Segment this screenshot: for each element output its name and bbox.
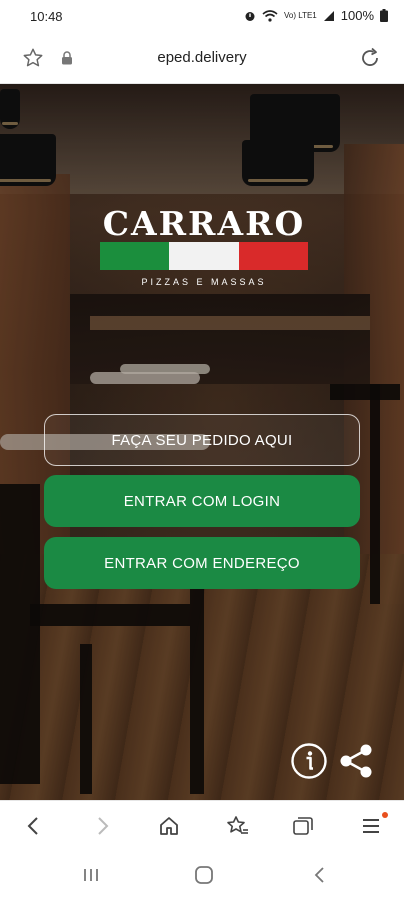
recents-icon[interactable] — [80, 865, 102, 890]
tabs-icon[interactable] — [291, 815, 315, 842]
alarm-icon — [244, 10, 256, 22]
wifi-icon — [262, 9, 278, 22]
browser-toolbar — [0, 800, 404, 852]
info-icon[interactable] — [290, 742, 328, 785]
brand-name: CARRARO — [102, 204, 306, 243]
battery-level: 100% — [340, 8, 374, 23]
flag-green — [100, 242, 170, 270]
status-bar: 10:48 Vo) LTE1 100% — [0, 0, 404, 34]
order-here-button[interactable]: FAÇA SEU PEDIDO AQUI — [44, 414, 360, 466]
system-home-icon[interactable] — [193, 865, 215, 890]
home-icon[interactable] — [158, 815, 180, 842]
flag-white — [169, 242, 239, 270]
system-back-icon[interactable] — [310, 865, 330, 890]
italian-flag — [100, 242, 308, 270]
system-navigation — [0, 852, 404, 900]
forward-icon[interactable] — [92, 815, 112, 842]
bookmarks-icon[interactable] — [225, 815, 249, 842]
brand-tagline: PIZZAS E MASSAS — [141, 277, 267, 287]
login-button[interactable]: ENTRAR COM LOGIN — [44, 475, 360, 527]
url-text[interactable]: eped.delivery — [0, 49, 404, 66]
network-label: Vo) LTE1 — [283, 11, 317, 20]
address-button[interactable]: ENTRAR COM ENDEREÇO — [44, 537, 360, 589]
notification-dot — [382, 812, 388, 818]
status-icons: Vo) LTE1 100% — [244, 8, 388, 23]
hero-background: CARRARO PIZZAS E MASSAS FAÇA SEU PEDIDO … — [0, 84, 404, 800]
status-time: 10:48 — [30, 9, 63, 24]
reload-icon[interactable] — [358, 46, 382, 75]
share-icon[interactable] — [337, 742, 375, 785]
signal-icon — [323, 10, 335, 22]
menu-icon[interactable] — [360, 815, 382, 842]
back-icon[interactable] — [24, 815, 44, 842]
address-bar: eped.delivery — [0, 34, 404, 84]
battery-icon — [380, 9, 388, 22]
flag-red — [238, 242, 308, 270]
